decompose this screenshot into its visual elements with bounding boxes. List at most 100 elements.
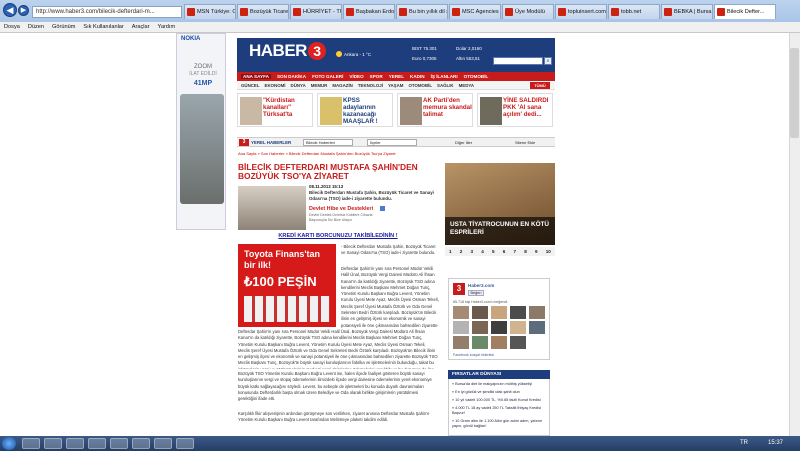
left-skyscraper-ad[interactable]: NOKIA ZOOM İLAT EDİLDİ 41MP [176, 33, 226, 230]
taskbar-clock[interactable]: 15:37 [768, 440, 783, 446]
browser-tab[interactable]: Üye Modülü [502, 4, 554, 19]
taskbar-app-icon[interactable] [154, 438, 172, 449]
browser-tab[interactable]: HÜRRİYET - TÜR... [290, 4, 342, 19]
page-number[interactable]: 10 [546, 249, 551, 254]
search-icon[interactable]: ⌕ [544, 57, 552, 65]
menu-item[interactable]: Araçlar [132, 24, 150, 30]
teaser-card[interactable]: AK Parti'den memura skandal talimat [397, 93, 473, 127]
site-logo[interactable]: HABER 3 [249, 41, 329, 69]
add-to-site-link[interactable]: Sitene Ekle [515, 139, 535, 146]
browser-tab[interactable]: Başbakan Erdoğ... [343, 4, 395, 19]
deal-item[interactable]: » En iyi gözlük ve şimdiki ufak şahit ol… [452, 390, 548, 395]
subnav-item[interactable]: SAĞLIK [437, 83, 454, 88]
nav-item[interactable]: YEREL [389, 74, 404, 79]
start-button[interactable] [2, 437, 16, 450]
teaser-card[interactable]: KPSS adaylarının kazanacağı MAAŞLAR ! [317, 93, 393, 127]
menu-item[interactable]: Dosya [4, 24, 20, 30]
taskbar-app-icon[interactable] [22, 438, 40, 449]
subnav-item[interactable]: EKONOMİ [265, 83, 286, 88]
page-number[interactable]: 1 [449, 249, 452, 254]
subnav-item[interactable]: MEMUR [311, 83, 328, 88]
browser-tab[interactable]: tobb.net [608, 4, 660, 19]
taskbar-app-icon[interactable] [110, 438, 128, 449]
nav-item[interactable]: SPOR [370, 74, 383, 79]
page-number[interactable]: 8 [524, 249, 527, 254]
fan-avatar[interactable] [453, 306, 469, 319]
browser-tab[interactable]: MSN Türkiye: O... [184, 4, 236, 19]
district-select[interactable]: İlçeler [367, 139, 417, 146]
deal-item[interactable]: » 4.000 TL 18 ay vadeli 250 TL Taksitli … [452, 406, 548, 416]
city-select[interactable]: Bilecik Haberleri [303, 139, 353, 146]
fan-avatar[interactable] [491, 336, 507, 349]
teaser-card[interactable]: YİNE SALDIRDI PKK 'Al sana açılım' dedi.… [477, 93, 553, 127]
menu-item[interactable]: Düzen [28, 24, 44, 30]
subnav-item[interactable]: YAŞAM [388, 83, 403, 88]
fan-avatar[interactable] [491, 321, 507, 334]
fan-avatar[interactable] [453, 336, 469, 349]
more-button[interactable]: TÜMÜ [530, 82, 550, 89]
other-cities-link[interactable]: Diğer İller [455, 139, 472, 146]
deal-item[interactable]: » 10 Gram altın ile 1.100 Altın gün adım… [452, 419, 548, 429]
nav-item[interactable]: ANA SAYFA [241, 74, 271, 79]
fan-avatar[interactable] [510, 336, 526, 349]
taskbar-app-icon[interactable] [44, 438, 62, 449]
menu-item[interactable]: Yardım [158, 24, 176, 30]
nav-item[interactable]: OTOMOBİL [464, 74, 489, 79]
page-number[interactable]: 4 [481, 249, 484, 254]
subnav-item[interactable]: TEKNOLOJİ [358, 83, 383, 88]
gallery-caption[interactable]: USTA TİYATROCUNUN EN KÖTÜ ESPRİLERİ [445, 217, 555, 245]
browser-tab[interactable]: topluinsert.com [555, 4, 607, 19]
deal-item[interactable]: » 10 yıl vadeli 100.000 TL, %0.65 faizli… [452, 398, 548, 403]
fan-avatar[interactable] [529, 306, 545, 319]
taskbar-app-icon[interactable] [176, 438, 194, 449]
page-number[interactable]: 2 [460, 249, 463, 254]
subnav-item[interactable]: GÜNCEL [241, 83, 260, 88]
subnav-item[interactable]: DÜNYA [291, 83, 306, 88]
subnav-item[interactable]: MAGAZİN [332, 83, 353, 88]
search-input[interactable] [493, 57, 543, 65]
fb-page-name[interactable]: Haber3.com [468, 283, 494, 288]
nav-item[interactable]: İŞ İLANLARI [431, 74, 458, 79]
nav-item[interactable]: SON DAKİKA [277, 74, 306, 79]
taskbar-app-icon[interactable] [132, 438, 150, 449]
text-ad-title[interactable]: Devlet Hibe ve Destekleri [309, 206, 373, 212]
browser-tab[interactable]: MSC Agencies S... [449, 4, 501, 19]
page-number[interactable]: 9 [535, 249, 538, 254]
browser-tab[interactable]: Bozüyük Ticaret ... [237, 4, 289, 19]
nav-item[interactable]: FOTO GALERİ [312, 74, 343, 79]
fan-avatar[interactable] [491, 306, 507, 319]
page-number[interactable]: 3 [471, 249, 474, 254]
taskbar-app-icon[interactable] [66, 438, 84, 449]
nav-item[interactable]: VİDEO [349, 74, 363, 79]
taskbar-app-icon[interactable] [88, 438, 106, 449]
language-indicator[interactable]: TR [740, 440, 748, 446]
teaser-card[interactable]: "Kürdistan kanalları" Türksat'ta [237, 93, 313, 127]
breadcrumb[interactable]: Ana Sayfa » Son Haberler » Bilecik Defte… [238, 151, 396, 156]
menu-item[interactable]: Görünüm [52, 24, 75, 30]
toyota-ad[interactable]: Toyota Finans'tan bir ilk! ₺100 PEŞİN [238, 244, 336, 327]
nav-item[interactable]: KADIN [410, 74, 425, 79]
back-button[interactable]: ◀ [3, 3, 17, 17]
page-number[interactable]: 5 [492, 249, 495, 254]
forward-button[interactable]: ▶ [18, 5, 29, 16]
like-button[interactable]: Beğen [468, 290, 484, 296]
page-number[interactable]: 7 [514, 249, 517, 254]
subnav-item[interactable]: MEDYA [459, 83, 474, 88]
adchoices-icon[interactable] [380, 206, 385, 211]
fan-avatar[interactable] [472, 336, 488, 349]
page-number[interactable]: 6 [503, 249, 506, 254]
fan-avatar[interactable] [510, 306, 526, 319]
browser-tab[interactable]: BEBKA | Bursa Es... [661, 4, 713, 19]
fan-avatar[interactable] [453, 321, 469, 334]
fan-avatar[interactable] [529, 321, 545, 334]
fan-avatar[interactable] [510, 321, 526, 334]
browser-tab[interactable]: Bu bin yıllık dil s... [396, 4, 448, 19]
credit-card-link[interactable]: KREDİ KARTI BORCUNUZU TAKİBİLEDİNİN ! [238, 233, 438, 239]
address-bar[interactable]: http://www.haber3.com/bilecik-defterdari… [32, 6, 182, 18]
subnav-item[interactable]: OTOMOBİL [408, 83, 432, 88]
scrollbar-thumb[interactable] [790, 48, 799, 138]
browser-tab[interactable]: Bilecik Defter... [714, 4, 776, 19]
menu-item[interactable]: Sık Kullanılanlar [83, 24, 123, 30]
fan-avatar[interactable] [472, 321, 488, 334]
deal-item[interactable]: » Bursa'da diet ile makyajınızın müthiş … [452, 382, 548, 387]
